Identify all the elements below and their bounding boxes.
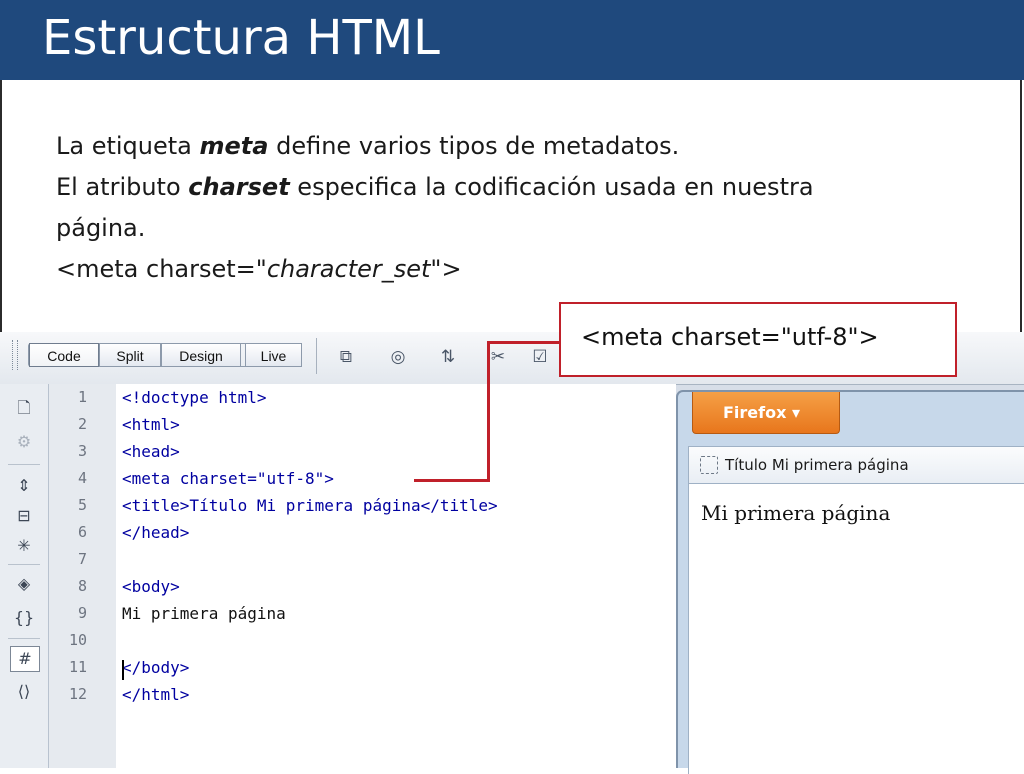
rail-separator [8,564,40,565]
body-line-1-end: define varios tipos de metadatos. [268,132,680,160]
firefox-window: Firefox ▾ Título Mi primera página Mi pr… [676,390,1024,774]
select-parent-icon[interactable]: ◈ [10,572,38,596]
callout-connector [487,341,490,482]
line-number: 10 [68,631,87,649]
line-number: 7 [77,550,87,568]
slide-body-text: La etiqueta meta define varios tipos de … [56,126,976,290]
meta-syntax-start: <meta charset=" [56,255,267,283]
body-line-4: <meta charset="character_set"> [56,249,976,290]
body-line-3: página. [56,214,146,242]
code-line[interactable]: Mi primera página [122,600,286,627]
validate-icon[interactable]: ☑ [524,343,556,371]
body-line-1-start: La etiqueta [56,132,200,160]
comment-icon[interactable]: ⟨⟩ [10,680,38,704]
file-transfer-icon[interactable]: ⇅ [432,343,464,371]
meta-syntax-end: "> [430,255,462,283]
gear-icon[interactable]: ⚙ [10,430,38,454]
line-number: 5 [77,496,87,514]
live-view-button[interactable]: Live [245,343,302,367]
code-line[interactable]: <body> [122,573,180,600]
toolbar-grip[interactable] [12,340,18,370]
callout-text: <meta charset="utf-8"> [581,323,879,351]
line-numbers-icon[interactable]: # [10,646,40,672]
code-view-button[interactable]: Code [29,343,99,367]
line-number: 3 [77,442,87,460]
code-line[interactable]: </body> [122,654,189,681]
code-line[interactable]: <head> [122,438,180,465]
line-number: 1 [77,388,87,406]
line-number: 4 [77,469,87,487]
rail-separator [8,638,40,639]
line-number: 2 [77,415,87,433]
line-number: 6 [77,523,87,541]
coding-toolbar: 🗋 ⚙ ⇕ ⊟ ✳ ◈ {} # ⟨⟩ [0,384,49,768]
balance-braces-icon[interactable]: {} [10,606,38,630]
line-number-gutter: 1 2 3 4 5 6 7 8 9 10 11 12 [49,384,116,768]
expand-all-icon[interactable]: ✳ [10,534,38,558]
toolbar-separator [316,338,317,374]
code-line[interactable]: <!doctype html> [122,384,267,411]
browser-tab-title: Título Mi primera página [725,456,909,474]
line-number: 11 [68,658,87,676]
meta-keyword: meta [199,132,269,160]
charset-keyword: charset [188,173,290,201]
body-line-2: El atributo charset especifica la codifi… [56,167,976,208]
rail-separator [8,464,40,465]
page-body-text: Mi primera página [701,501,891,525]
line-number: 9 [77,604,87,622]
code-line[interactable]: <html> [122,411,180,438]
body-line-2-end: especifica la codificación usada en nues… [289,173,814,201]
browser-preview-icon[interactable]: ◎ [382,343,414,371]
line-number: 12 [68,685,87,703]
collapse-tag-icon[interactable]: ⇕ [10,474,38,498]
callout-connector [414,479,490,482]
text-cursor [122,660,124,680]
line-number: 8 [77,577,87,595]
code-editor[interactable]: <!doctype html> <html> <head> <meta char… [116,384,676,768]
collapse-selection-icon[interactable]: ⊟ [10,504,38,528]
document-icon[interactable]: 🗋 [10,396,38,420]
browser-tab[interactable]: Título Mi primera página [688,446,1024,484]
multiscreen-icon[interactable]: ⧉ [330,343,362,371]
body-line-1: La etiqueta meta define varios tipos de … [56,126,976,167]
code-line[interactable]: </html> [122,681,189,708]
code-line-meta-charset[interactable]: <meta charset="utf-8"> [122,465,334,492]
browser-viewport: Mi primera página [688,484,1024,774]
code-line[interactable]: </head> [122,519,189,546]
split-view-button[interactable]: Split [99,343,161,367]
code-line[interactable]: <title>Título Mi primera página</title> [122,492,498,519]
page-favicon-icon [700,456,718,474]
slide-title: Estructura HTML [42,10,440,66]
meta-charset-callout: <meta charset="utf-8"> [559,302,957,377]
slide-title-bar: Estructura HTML [0,0,1024,80]
body-line-2-start: El atributo [56,173,189,201]
firefox-menu-label: Firefox ▾ [723,403,801,422]
firefox-menu-button[interactable]: Firefox ▾ [692,392,840,434]
character-set-placeholder: character_set [266,255,431,283]
callout-connector [487,341,559,344]
design-view-button[interactable]: Design [161,343,241,367]
